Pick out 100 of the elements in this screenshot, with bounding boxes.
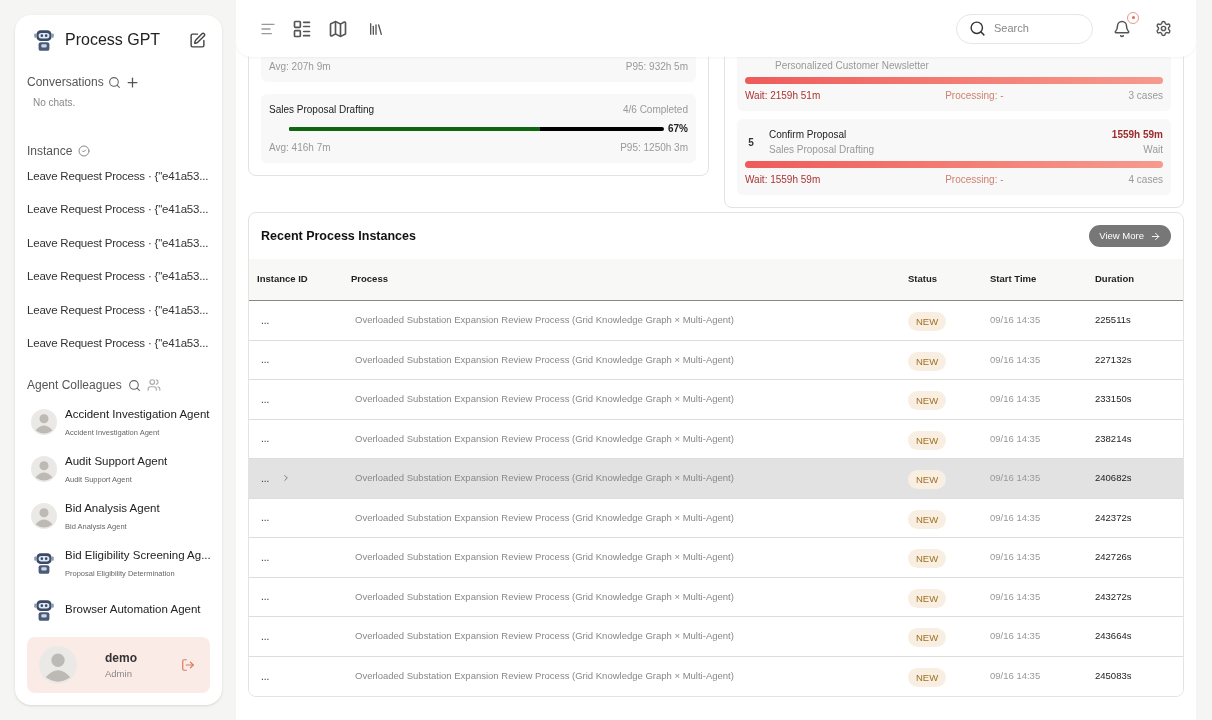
process-name: Overloaded Substation Expansion Review Process (Grid Knowledge Graph × Multi-Agent) — [354, 510, 735, 525]
status-badge: NEW — [908, 391, 947, 411]
start-time: 09/16 14:35 — [990, 550, 1042, 565]
wait-time: 1559h 59m — [1111, 128, 1163, 142]
process-name: Overloaded Substation Expansion Review Process (Grid Knowledge Graph × Multi-Agent) — [354, 589, 735, 604]
avg-time: Avg: 416h 7m — [269, 141, 331, 155]
duration: 245083s — [1095, 669, 1133, 684]
empty-text: No chats. — [32, 96, 77, 110]
start-time: 09/16 14:35 — [990, 669, 1042, 684]
instance-id: ... — [261, 471, 270, 486]
instance-item[interactable]: Leave Request Process · {"e41a53... — [27, 193, 210, 227]
rank-number: 5 — [747, 135, 755, 150]
status-badge: NEW — [908, 549, 947, 569]
instance-id: ... — [261, 313, 270, 328]
process-name: Sales Proposal Drafting — [269, 103, 375, 117]
agent-name: Bid Analysis Agent — [65, 500, 160, 516]
completed-count: 4/6 Completed — [622, 103, 688, 117]
duration: 242726s — [1095, 550, 1133, 565]
user-role: Admin — [105, 667, 133, 682]
start-time: 09/16 14:35 — [990, 471, 1042, 486]
instance-id: ... — [261, 353, 270, 368]
instance-id: ... — [261, 629, 270, 644]
card-title: Recent Process Instances — [261, 227, 416, 245]
section-title: Agent Colleagues — [27, 377, 122, 395]
column-header: Instance ID — [257, 272, 309, 287]
agent-name: Accident Investigation Agent — [65, 406, 210, 422]
duration: 240682s — [1095, 471, 1133, 486]
wait-text: Wait: 1559h 59m — [745, 173, 821, 187]
status-badge: NEW — [908, 470, 947, 490]
step-name: Confirm Proposal — [769, 128, 848, 142]
avatar-icon — [31, 408, 57, 435]
agent-item[interactable]: Browser Automation Agent — [27, 586, 210, 634]
section-title: Conversations — [27, 74, 104, 91]
start-time: 09/16 14:35 — [990, 510, 1042, 525]
column-header: Status — [908, 272, 939, 287]
start-time: 09/16 14:35 — [990, 589, 1042, 604]
status-badge: NEW — [908, 588, 947, 608]
status-badge: NEW — [908, 351, 947, 371]
instance-item[interactable]: Leave Request Process · {"e41a53... — [27, 260, 210, 294]
arrow-right-icon — [1150, 230, 1161, 242]
list-icon[interactable] — [292, 18, 312, 39]
duration: 238214s — [1095, 431, 1133, 446]
instance-id: ... — [261, 511, 270, 526]
notification-icon[interactable] — [1113, 19, 1131, 38]
user-card[interactable]: demo Admin — [27, 637, 210, 693]
search-icon[interactable] — [127, 378, 141, 392]
search-icon — [969, 20, 986, 37]
step-process: Personalized Customer Newsletter — [774, 59, 930, 73]
avg-time: Avg: 207h 9m — [269, 60, 331, 74]
step-process: Sales Proposal Drafting — [769, 143, 876, 157]
instance-id: ... — [261, 392, 270, 407]
process-name: Overloaded Substation Expansion Review Process (Grid Knowledge Graph × Multi-Agent) — [354, 629, 735, 644]
column-header: Process — [351, 272, 389, 287]
add-icon[interactable] — [124, 74, 140, 90]
search-icon[interactable] — [107, 75, 121, 89]
instance-item[interactable]: Leave Request Process · {"e41a53... — [27, 293, 210, 327]
process-name: Overloaded Substation Expansion Review Process (Grid Knowledge Graph × Multi-Agent) — [354, 471, 735, 486]
table-row[interactable]: ... Overloaded Substation Expansion Review Process (Grid Knowledge Graph × Multi-Agent) NEW 09/16 14:35 240682s — [249, 459, 1183, 499]
start-time: 09/16 14:35 — [990, 392, 1042, 407]
avatar-icon — [31, 502, 57, 529]
instance-item[interactable]: Leave Request Process · {"e41a53... — [27, 160, 210, 194]
map-icon[interactable] — [328, 18, 348, 39]
agent-name: Audit Support Agent — [65, 453, 168, 469]
case-count: 4 cases — [1128, 173, 1163, 187]
duration: 242372s — [1095, 510, 1133, 525]
check-circle-icon[interactable] — [78, 145, 91, 157]
case-count: 3 cases — [1128, 89, 1163, 103]
processing-text: Processing: - — [945, 173, 1004, 187]
progress-percent: 67% — [668, 122, 688, 136]
status-badge: NEW — [908, 509, 947, 529]
start-time: 09/16 14:35 — [990, 313, 1042, 328]
user-name: demo — [105, 650, 137, 668]
settings-icon[interactable] — [1155, 20, 1172, 37]
duration: 243272s — [1095, 589, 1133, 604]
instance-id: ... — [261, 550, 270, 565]
column-header: Duration — [1095, 272, 1136, 287]
avatar-icon — [31, 455, 57, 482]
status-badge: NEW — [908, 312, 947, 332]
process-name: Overloaded Substation Expansion Review Process (Grid Knowledge Graph × Multi-Agent) — [354, 550, 735, 565]
instance-item[interactable]: Leave Request Process · {"e41a53... — [27, 326, 210, 361]
library-icon[interactable] — [368, 20, 384, 37]
start-time: 09/16 14:35 — [990, 629, 1042, 644]
processing-text: Processing: - — [945, 89, 1004, 103]
duration: 225511s — [1095, 313, 1132, 328]
process-name: Overloaded Substation Expansion Review Process (Grid Knowledge Graph × Multi-Agent) — [354, 392, 735, 407]
view-more-button[interactable]: View More — [1089, 225, 1171, 247]
instance-id: ... — [261, 432, 270, 447]
process-name: Overloaded Substation Expansion Review Process (Grid Knowledge Graph × Multi-Agent) — [354, 352, 735, 367]
avatar-icon — [39, 646, 77, 685]
duration: 243664s — [1095, 629, 1133, 644]
start-time: 09/16 14:35 — [990, 431, 1042, 446]
search-input[interactable]: Search — [994, 20, 1074, 37]
new-chat-icon[interactable] — [189, 31, 206, 49]
app-title: Process GPT — [65, 30, 161, 50]
instance-item[interactable]: Leave Request Process · {"e41a53... — [27, 226, 210, 261]
column-header: Start Time — [990, 272, 1038, 287]
process-name: Overloaded Substation Expansion Review Process (Grid Knowledge Graph × Multi-Agent) — [354, 431, 735, 446]
wait-label: Wait — [1143, 143, 1163, 157]
agent-name: Browser Automation Agent — [65, 602, 201, 618]
duration: 233150s — [1095, 392, 1133, 407]
